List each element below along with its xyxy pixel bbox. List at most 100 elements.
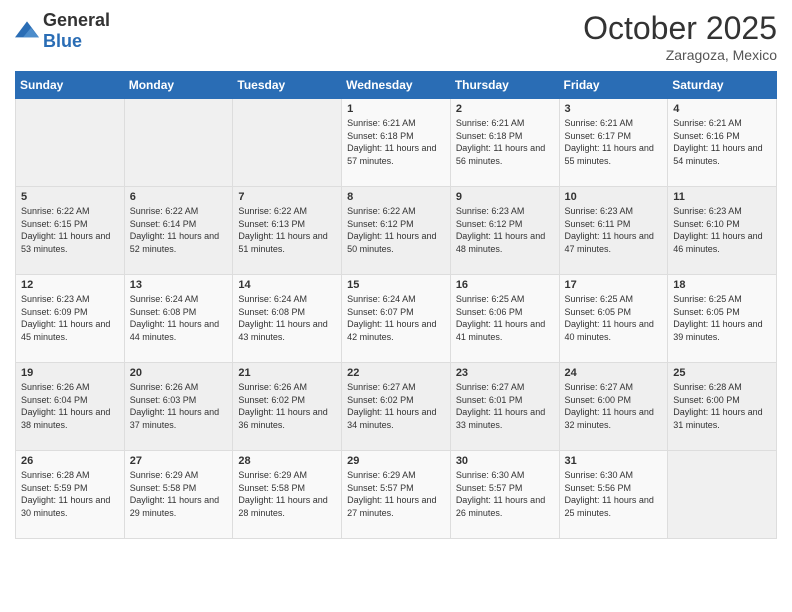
day-number: 11 (673, 191, 771, 203)
cell-content: Sunrise: 6:26 AM Sunset: 6:02 PM Dayligh… (238, 381, 336, 431)
weekday-header: Tuesday (233, 72, 342, 99)
calendar-cell: 23 Sunrise: 6:27 AM Sunset: 6:01 PM Dayli… (450, 363, 559, 451)
calendar-cell: 25 Sunrise: 6:28 AM Sunset: 6:00 PM Dayli… (668, 363, 777, 451)
cell-content: Sunrise: 6:30 AM Sunset: 5:57 PM Dayligh… (456, 469, 554, 519)
day-number: 14 (238, 279, 336, 291)
cell-content: Sunrise: 6:23 AM Sunset: 6:10 PM Dayligh… (673, 205, 771, 255)
calendar-cell: 18 Sunrise: 6:25 AM Sunset: 6:05 PM Dayli… (668, 275, 777, 363)
cell-content: Sunrise: 6:25 AM Sunset: 6:05 PM Dayligh… (565, 293, 663, 343)
day-number: 5 (21, 191, 119, 203)
day-number: 26 (21, 455, 119, 467)
cell-content: Sunrise: 6:23 AM Sunset: 6:11 PM Dayligh… (565, 205, 663, 255)
day-number: 1 (347, 103, 445, 115)
calendar-week-row: 26 Sunrise: 6:28 AM Sunset: 5:59 PM Dayli… (16, 451, 777, 539)
calendar-cell: 29 Sunrise: 6:29 AM Sunset: 5:57 PM Dayli… (342, 451, 451, 539)
day-number: 13 (130, 279, 228, 291)
calendar-week-row: 1 Sunrise: 6:21 AM Sunset: 6:18 PM Daylig… (16, 99, 777, 187)
calendar-cell: 7Sunrise: 6:22 AM Sunset: 6:13 PM Daylig… (233, 187, 342, 275)
page-header: General Blue October 2025 Zaragoza, Mexi… (15, 10, 777, 63)
cell-content: Sunrise: 6:21 AM Sunset: 6:18 PM Dayligh… (347, 117, 445, 167)
day-number: 10 (565, 191, 663, 203)
cell-content: Sunrise: 6:24 AM Sunset: 6:08 PM Dayligh… (130, 293, 228, 343)
calendar-cell: 8 Sunrise: 6:22 AM Sunset: 6:12 PM Daylig… (342, 187, 451, 275)
cell-content: Sunrise: 6:23 AM Sunset: 6:09 PM Dayligh… (21, 293, 119, 343)
calendar-cell: 26 Sunrise: 6:28 AM Sunset: 5:59 PM Dayli… (16, 451, 125, 539)
day-number: 8 (347, 191, 445, 203)
calendar-cell: 28Sunrise: 6:29 AM Sunset: 5:58 PM Dayli… (233, 451, 342, 539)
day-number: 22 (347, 367, 445, 379)
day-number: 24 (565, 367, 663, 379)
day-number: 18 (673, 279, 771, 291)
calendar-cell: 20Sunrise: 6:26 AM Sunset: 6:03 PM Dayli… (124, 363, 233, 451)
day-number: 29 (347, 455, 445, 467)
weekday-header: Friday (559, 72, 668, 99)
calendar-cell: 19Sunrise: 6:26 AM Sunset: 6:04 PM Dayli… (16, 363, 125, 451)
logo-general: General (43, 10, 110, 30)
day-number: 30 (456, 455, 554, 467)
calendar-week-row: 19Sunrise: 6:26 AM Sunset: 6:04 PM Dayli… (16, 363, 777, 451)
calendar-cell: 30 Sunrise: 6:30 AM Sunset: 5:57 PM Dayli… (450, 451, 559, 539)
calendar-cell: 13 Sunrise: 6:24 AM Sunset: 6:08 PM Dayli… (124, 275, 233, 363)
cell-content: Sunrise: 6:25 AM Sunset: 6:05 PM Dayligh… (673, 293, 771, 343)
calendar-cell: 3 Sunrise: 6:21 AM Sunset: 6:17 PM Daylig… (559, 99, 668, 187)
day-number: 7 (238, 191, 336, 203)
day-number: 21 (238, 367, 336, 379)
month-title: October 2025 (583, 10, 777, 47)
day-number: 9 (456, 191, 554, 203)
calendar-week-row: 12Sunrise: 6:23 AM Sunset: 6:09 PM Dayli… (16, 275, 777, 363)
cell-content: Sunrise: 6:28 AM Sunset: 5:59 PM Dayligh… (21, 469, 119, 519)
weekday-header-row: SundayMondayTuesdayWednesdayThursdayFrid… (16, 72, 777, 99)
day-number: 27 (130, 455, 228, 467)
cell-content: Sunrise: 6:22 AM Sunset: 6:14 PM Dayligh… (130, 205, 228, 255)
cell-content: Sunrise: 6:24 AM Sunset: 6:08 PM Dayligh… (238, 293, 336, 343)
cell-content: Sunrise: 6:23 AM Sunset: 6:12 PM Dayligh… (456, 205, 554, 255)
cell-content: Sunrise: 6:27 AM Sunset: 6:01 PM Dayligh… (456, 381, 554, 431)
day-number: 17 (565, 279, 663, 291)
calendar-cell (16, 99, 125, 187)
calendar-cell: 1 Sunrise: 6:21 AM Sunset: 6:18 PM Daylig… (342, 99, 451, 187)
weekday-header: Thursday (450, 72, 559, 99)
calendar-cell: 22 Sunrise: 6:27 AM Sunset: 6:02 PM Dayli… (342, 363, 451, 451)
calendar-cell: 9 Sunrise: 6:23 AM Sunset: 6:12 PM Daylig… (450, 187, 559, 275)
cell-content: Sunrise: 6:29 AM Sunset: 5:58 PM Dayligh… (238, 469, 336, 519)
day-number: 20 (130, 367, 228, 379)
cell-content: Sunrise: 6:22 AM Sunset: 6:12 PM Dayligh… (347, 205, 445, 255)
calendar-cell: 17 Sunrise: 6:25 AM Sunset: 6:05 PM Dayli… (559, 275, 668, 363)
location-title: Zaragoza, Mexico (583, 47, 777, 63)
day-number: 25 (673, 367, 771, 379)
day-number: 6 (130, 191, 228, 203)
calendar-cell: 16Sunrise: 6:25 AM Sunset: 6:06 PM Dayli… (450, 275, 559, 363)
day-number: 23 (456, 367, 554, 379)
calendar-cell: 31 Sunrise: 6:30 AM Sunset: 5:56 PM Dayli… (559, 451, 668, 539)
title-section: October 2025 Zaragoza, Mexico (583, 10, 777, 63)
calendar-table: SundayMondayTuesdayWednesdayThursdayFrid… (15, 71, 777, 539)
calendar-cell: 2Sunrise: 6:21 AM Sunset: 6:18 PM Daylig… (450, 99, 559, 187)
cell-content: Sunrise: 6:24 AM Sunset: 6:07 PM Dayligh… (347, 293, 445, 343)
cell-content: Sunrise: 6:21 AM Sunset: 6:17 PM Dayligh… (565, 117, 663, 167)
calendar-cell: 11 Sunrise: 6:23 AM Sunset: 6:10 PM Dayli… (668, 187, 777, 275)
calendar-cell: 15 Sunrise: 6:24 AM Sunset: 6:07 PM Dayli… (342, 275, 451, 363)
weekday-header: Sunday (16, 72, 125, 99)
cell-content: Sunrise: 6:21 AM Sunset: 6:16 PM Dayligh… (673, 117, 771, 167)
calendar-cell: 27 Sunrise: 6:29 AM Sunset: 5:58 PM Dayli… (124, 451, 233, 539)
cell-content: Sunrise: 6:29 AM Sunset: 5:58 PM Dayligh… (130, 469, 228, 519)
calendar-cell: 5 Sunrise: 6:22 AM Sunset: 6:15 PM Daylig… (16, 187, 125, 275)
day-number: 2 (456, 103, 554, 115)
day-number: 16 (456, 279, 554, 291)
cell-content: Sunrise: 6:28 AM Sunset: 6:00 PM Dayligh… (673, 381, 771, 431)
cell-content: Sunrise: 6:22 AM Sunset: 6:15 PM Dayligh… (21, 205, 119, 255)
cell-content: Sunrise: 6:27 AM Sunset: 6:00 PM Dayligh… (565, 381, 663, 431)
logo: General Blue (15, 10, 110, 52)
logo-icon (15, 21, 39, 41)
day-number: 3 (565, 103, 663, 115)
weekday-header: Wednesday (342, 72, 451, 99)
day-number: 31 (565, 455, 663, 467)
cell-content: Sunrise: 6:29 AM Sunset: 5:57 PM Dayligh… (347, 469, 445, 519)
weekday-header: Monday (124, 72, 233, 99)
calendar-week-row: 5 Sunrise: 6:22 AM Sunset: 6:15 PM Daylig… (16, 187, 777, 275)
cell-content: Sunrise: 6:27 AM Sunset: 6:02 PM Dayligh… (347, 381, 445, 431)
calendar-cell (233, 99, 342, 187)
day-number: 15 (347, 279, 445, 291)
calendar-cell: 10 Sunrise: 6:23 AM Sunset: 6:11 PM Dayli… (559, 187, 668, 275)
cell-content: Sunrise: 6:30 AM Sunset: 5:56 PM Dayligh… (565, 469, 663, 519)
